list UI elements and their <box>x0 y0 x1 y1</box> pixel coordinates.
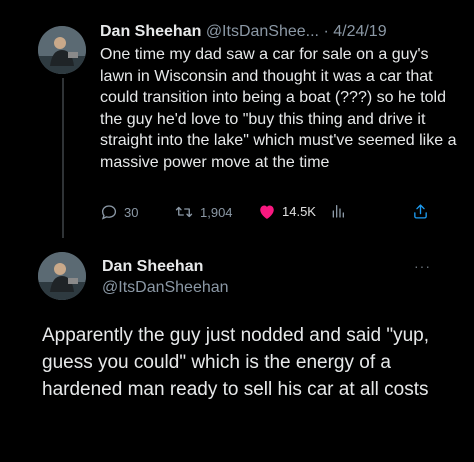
tweet-date[interactable]: 4/24/19 <box>333 23 386 40</box>
tweet-header: Dan Sheehan @ItsDanShee... · 4/24/19 <box>100 22 462 42</box>
author-name[interactable]: Dan Sheehan <box>102 257 229 277</box>
reply-count: 30 <box>124 204 139 220</box>
analytics-button[interactable] <box>330 203 346 219</box>
share-icon <box>414 204 427 219</box>
bar-chart-icon <box>332 205 344 218</box>
avatar-photo <box>38 252 86 300</box>
retweet-count: 1,904 <box>200 204 233 220</box>
retweet-icon <box>175 206 193 218</box>
retweet-button[interactable]: 1,904 <box>174 203 233 221</box>
author-handle[interactable]: @ItsDanShee... <box>206 23 319 40</box>
share-button[interactable] <box>412 203 429 220</box>
more-options-icon[interactable]: ··· <box>414 258 431 274</box>
avatar-photo <box>38 26 86 74</box>
speech-bubble-icon <box>101 205 117 220</box>
tweet-actions: 30 1,904 14.5K <box>100 203 440 225</box>
tweet-text: One time my dad saw a car for sale on a … <box>100 46 457 171</box>
like-count: 14.5K <box>282 204 316 219</box>
tweet-reply-header: Dan Sheehan @ItsDanSheehan <box>102 257 229 299</box>
tweet-main[interactable]: Dan Sheehan @ItsDanShee... · 4/24/19 One… <box>100 22 462 173</box>
author-name[interactable]: Dan Sheehan <box>100 23 201 40</box>
thread-connector-line <box>62 78 64 238</box>
avatar[interactable] <box>38 252 86 300</box>
tweet-reply-text: Apparently the guy just nodded and said … <box>42 325 430 400</box>
dot-separator: · <box>319 23 334 40</box>
heart-icon <box>260 205 274 219</box>
avatar[interactable] <box>38 26 86 74</box>
reply-button[interactable]: 30 <box>100 203 138 221</box>
like-button[interactable]: 14.5K <box>258 203 316 220</box>
author-handle[interactable]: @ItsDanSheehan <box>102 277 229 299</box>
